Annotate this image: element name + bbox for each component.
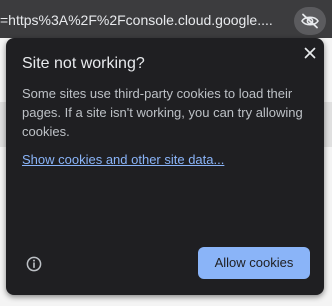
url-text[interactable]: =https%3A%2F%2Fconsole.cloud.google.... bbox=[0, 12, 290, 28]
close-button[interactable] bbox=[299, 42, 321, 64]
info-icon[interactable] bbox=[25, 255, 43, 273]
address-bar: =https%3A%2F%2Fconsole.cloud.google.... bbox=[0, 0, 332, 38]
show-cookies-link[interactable]: Show cookies and other site data... bbox=[22, 152, 224, 168]
close-icon bbox=[304, 47, 316, 59]
eye-slash-icon bbox=[301, 13, 319, 29]
site-not-working-popup: Site not working? Some sites use third-p… bbox=[6, 38, 324, 295]
allow-cookies-button[interactable]: Allow cookies bbox=[198, 247, 310, 279]
popup-title: Site not working? bbox=[22, 55, 145, 72]
popup-description: Some sites use third-party cookies to lo… bbox=[22, 86, 303, 139]
third-party-cookies-button[interactable] bbox=[294, 7, 326, 35]
